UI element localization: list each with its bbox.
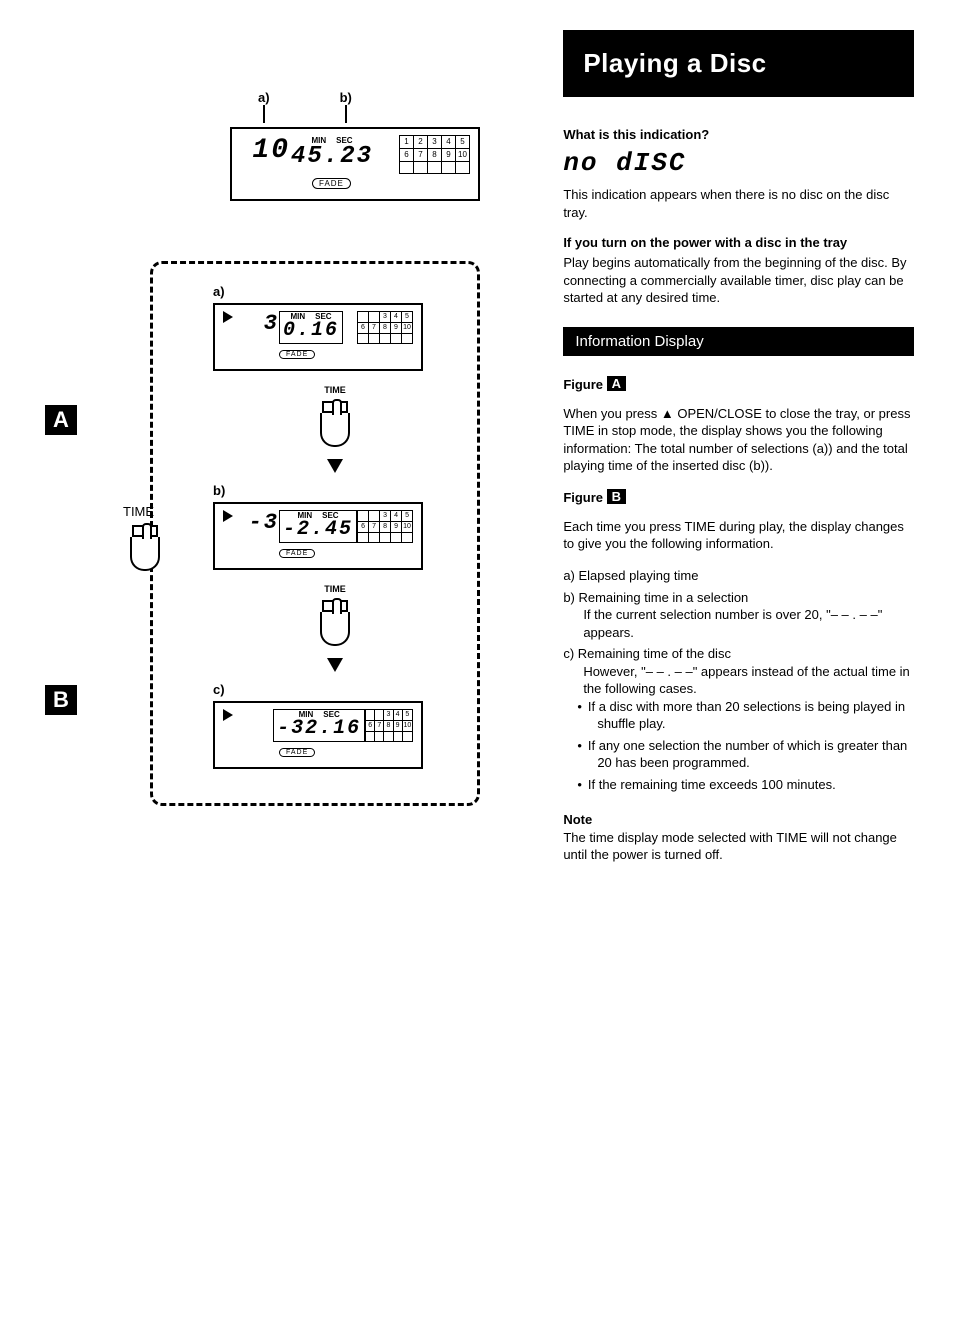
play-icon (223, 510, 233, 522)
note-text: The time display mode selected with TIME… (563, 829, 914, 864)
lcd-display-figB-c: MINSEC -32.16 345 678910 FADE (213, 701, 423, 769)
time-button-label: TIME (213, 385, 457, 395)
figure-a-badge: A (607, 376, 626, 391)
no-disc-text: This indication appears when there is no… (563, 186, 914, 221)
figure-a-illustration: a) b) 10 MINSEC 45.23 12345 678910 (230, 90, 533, 201)
power-on-text: Play begins automatically from the begin… (563, 254, 914, 307)
no-disc-display: no dISC (563, 148, 914, 178)
arrow-down-icon (327, 658, 343, 672)
page-title: Playing a Disc (563, 30, 914, 97)
figure-a-text: When you press ▲ OPEN/CLOSE to close the… (563, 405, 914, 475)
time-button-hand: TIME (213, 584, 457, 654)
time-button-label: TIME (213, 584, 457, 594)
lcd-display-figB-b: -3 MINSEC -2.45 345 678910 FADE (213, 502, 423, 570)
figure-b-head: Figure (563, 490, 603, 505)
power-on-heading: If you turn on the power with a disc in … (563, 235, 914, 250)
figure-b-intro: Each time you press TIME during play, th… (563, 518, 914, 553)
lcd-time: -2.45 (283, 518, 353, 541)
figure-a-marker: A (45, 405, 77, 435)
lcd-track: -3 (239, 510, 279, 535)
figure-a-ann-b: b) (340, 90, 352, 105)
figure-a-head: Figure (563, 377, 603, 392)
lcd-track: 3 (239, 311, 279, 336)
figure-b-badge: B (607, 489, 626, 504)
figure-b-marker: B (45, 685, 77, 715)
lcd-fade-indicator: FADE (279, 549, 315, 558)
time-button-label: TIME (123, 504, 154, 519)
arrow-down-icon (327, 459, 343, 473)
lcd-time: 45.23 (291, 143, 373, 170)
figure-a-ann-a: a) (258, 90, 270, 105)
lcd-display-figB-a: 3 MINSEC 0.16 345 678910 FADE (213, 303, 423, 371)
note-heading: Note (563, 812, 914, 827)
figure-b-list: a) Elapsed playing time b) Remaining tim… (563, 567, 914, 794)
lcd-track: 10 (240, 135, 290, 166)
lcd-fade-indicator: FADE (279, 748, 315, 757)
figB-label-c: c) (213, 682, 457, 697)
time-button-hand-side: TIME (123, 504, 167, 583)
figB-label-a: a) (213, 284, 457, 299)
lcd-time: 0.16 (283, 319, 339, 342)
lcd-fade-indicator: FADE (312, 178, 351, 189)
list-item: If the remaining time exceeds 100 minute… (597, 776, 914, 794)
figB-label-b: b) (213, 483, 457, 498)
figure-b-illustration: TIME a) 3 MINSEC 0.16 345 (150, 261, 533, 806)
play-icon (223, 311, 233, 323)
list-item: b) Remaining time in a selection If the … (563, 589, 914, 642)
list-item: If a disc with more than 20 selections i… (597, 698, 914, 733)
list-item: c) Remaining time of the disc However, "… (563, 645, 914, 793)
lcd-fade-indicator: FADE (279, 350, 315, 359)
info-display-header: Information Display (563, 327, 914, 356)
play-icon (223, 709, 233, 721)
lcd-time: -32.16 (277, 717, 361, 740)
list-item: a) Elapsed playing time (563, 567, 914, 585)
time-button-hand: TIME (213, 385, 457, 455)
list-item: If any one selection the number of which… (597, 737, 914, 772)
lcd-track-grid: 12345 678910 (399, 135, 470, 174)
lcd-display-figA: 10 MINSEC 45.23 12345 678910 FADE (230, 127, 480, 201)
what-is-heading: What is this indication? (563, 127, 914, 142)
